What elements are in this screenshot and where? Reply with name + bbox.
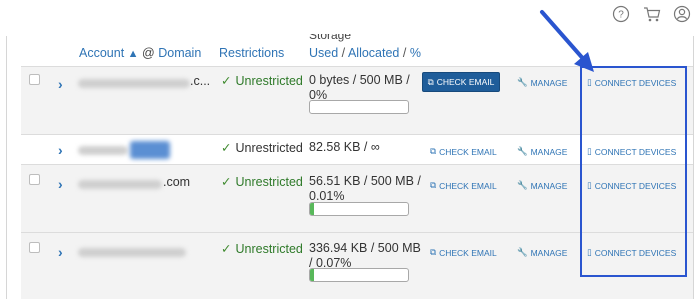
- storage-usage-line: 56.51 KB / 500 MB /: [309, 174, 421, 188]
- storage-usage-line: 336.94 KB / 500 MB: [309, 241, 421, 255]
- restriction-label: Unrestricted: [235, 242, 303, 256]
- manage-label: MANAGE: [530, 77, 568, 88]
- checkmark-icon: ✓: [221, 175, 232, 189]
- storage-usage: 336.94 KB / 500 MB / 0.07%: [309, 241, 421, 271]
- row-select-checkbox[interactable]: [29, 174, 40, 185]
- restriction-status[interactable]: ✓ Unrestricted: [221, 241, 303, 256]
- restriction-label: Unrestricted: [235, 141, 303, 155]
- wrench-icon: 🔧: [517, 180, 528, 190]
- storage-progress-bar: [309, 100, 409, 114]
- checkmark-icon: ✓: [221, 141, 232, 155]
- user-icon[interactable]: [673, 5, 691, 23]
- storage-usage: 56.51 KB / 500 MB / 0.01%: [309, 174, 421, 204]
- svg-text:?: ?: [618, 10, 624, 21]
- checkmark-icon: ✓: [221, 74, 232, 88]
- restriction-label: Unrestricted: [235, 74, 303, 88]
- manage-link[interactable]: 🔧 MANAGE: [517, 146, 567, 157]
- storage-usage: 82.58 KB / ∞: [309, 140, 380, 155]
- manage-link[interactable]: 🔧 MANAGE: [517, 77, 567, 88]
- account-name-redacted: [78, 146, 128, 155]
- external-link-icon: ⧉: [430, 146, 437, 156]
- account-suffix: .c...: [190, 74, 211, 88]
- row-select-checkbox[interactable]: [29, 242, 40, 253]
- account-sort-link[interactable]: Account: [79, 46, 124, 60]
- storage-progress-bar: [309, 268, 409, 282]
- slash-separator: /: [402, 46, 407, 60]
- storage-usage: 0 bytes / 500 MB / 0%: [309, 73, 410, 103]
- sort-ascending-icon: ▲: [127, 48, 139, 60]
- wrench-icon: 🔧: [517, 77, 528, 87]
- used-sort-link[interactable]: Used: [309, 46, 338, 60]
- storage-usage-line: 0 bytes / 500 MB /: [309, 73, 410, 87]
- check-email-link[interactable]: ⧉ CHECK EMAIL: [430, 247, 497, 258]
- account-name-redacted: [78, 248, 186, 257]
- at-sign: @: [142, 46, 155, 60]
- storage-header-label: Storage: [309, 28, 352, 42]
- account-name-redacted: [78, 180, 162, 189]
- storage-progress-fill: [310, 269, 314, 281]
- checkmark-icon: ✓: [221, 242, 232, 256]
- external-link-icon: ⧉: [430, 247, 437, 257]
- expand-chevron-icon[interactable]: ›: [58, 245, 63, 259]
- percent-sort-link[interactable]: %: [410, 46, 421, 60]
- expand-chevron-icon[interactable]: ›: [58, 177, 63, 191]
- check-email-label: CHECK EMAIL: [439, 180, 497, 191]
- restriction-label: Unrestricted: [235, 175, 303, 189]
- account-domain-header[interactable]: Account ▲ @ Domain: [79, 46, 201, 60]
- cart-icon[interactable]: [643, 5, 661, 23]
- manage-link[interactable]: 🔧 MANAGE: [517, 180, 567, 191]
- help-icon[interactable]: ?: [612, 5, 630, 23]
- account-suffix: .com: [163, 175, 191, 189]
- manage-link[interactable]: 🔧 MANAGE: [517, 247, 567, 258]
- manage-label: MANAGE: [530, 146, 568, 157]
- check-email-label: CHECK EMAIL: [439, 247, 497, 258]
- manage-label: MANAGE: [530, 247, 568, 258]
- annotation-arrow-icon: [540, 10, 594, 72]
- account-domain-redacted: [130, 141, 170, 159]
- storage-usage-line: 82.58 KB / ∞: [309, 140, 380, 154]
- connect-devices-highlight-box: [580, 66, 687, 277]
- check-email-link[interactable]: ⧉ CHECK EMAIL: [430, 180, 497, 191]
- restriction-status[interactable]: ✓ Unrestricted: [221, 73, 303, 88]
- expand-chevron-icon[interactable]: ›: [58, 77, 63, 91]
- check-email-label: CHECK EMAIL: [436, 77, 495, 87]
- slash-separator: /: [341, 46, 346, 60]
- wrench-icon: 🔧: [517, 146, 528, 156]
- check-email-label: CHECK EMAIL: [439, 146, 497, 157]
- row-select-checkbox[interactable]: [29, 74, 40, 85]
- storage-progress-fill: [310, 203, 314, 215]
- allocated-sort-link[interactable]: Allocated: [348, 46, 399, 60]
- manage-label: MANAGE: [530, 180, 568, 191]
- storage-header[interactable]: Used / Allocated / %: [309, 46, 421, 60]
- storage-progress-bar: [309, 202, 409, 216]
- external-link-icon: ⧉: [427, 76, 434, 87]
- expand-chevron-icon[interactable]: ›: [58, 143, 63, 157]
- restrictions-header[interactable]: Restrictions: [219, 46, 284, 60]
- account-name-redacted: [78, 79, 190, 88]
- external-link-icon: ⧉: [430, 180, 437, 190]
- check-email-link[interactable]: ⧉ CHECK EMAIL: [430, 146, 497, 157]
- domain-sort-link[interactable]: Domain: [158, 46, 201, 60]
- check-email-button[interactable]: ⧉ CHECK EMAIL: [422, 72, 500, 92]
- restriction-status[interactable]: ✓ Unrestricted: [221, 140, 303, 155]
- wrench-icon: 🔧: [517, 247, 528, 257]
- restriction-status[interactable]: ✓ Unrestricted: [221, 174, 303, 189]
